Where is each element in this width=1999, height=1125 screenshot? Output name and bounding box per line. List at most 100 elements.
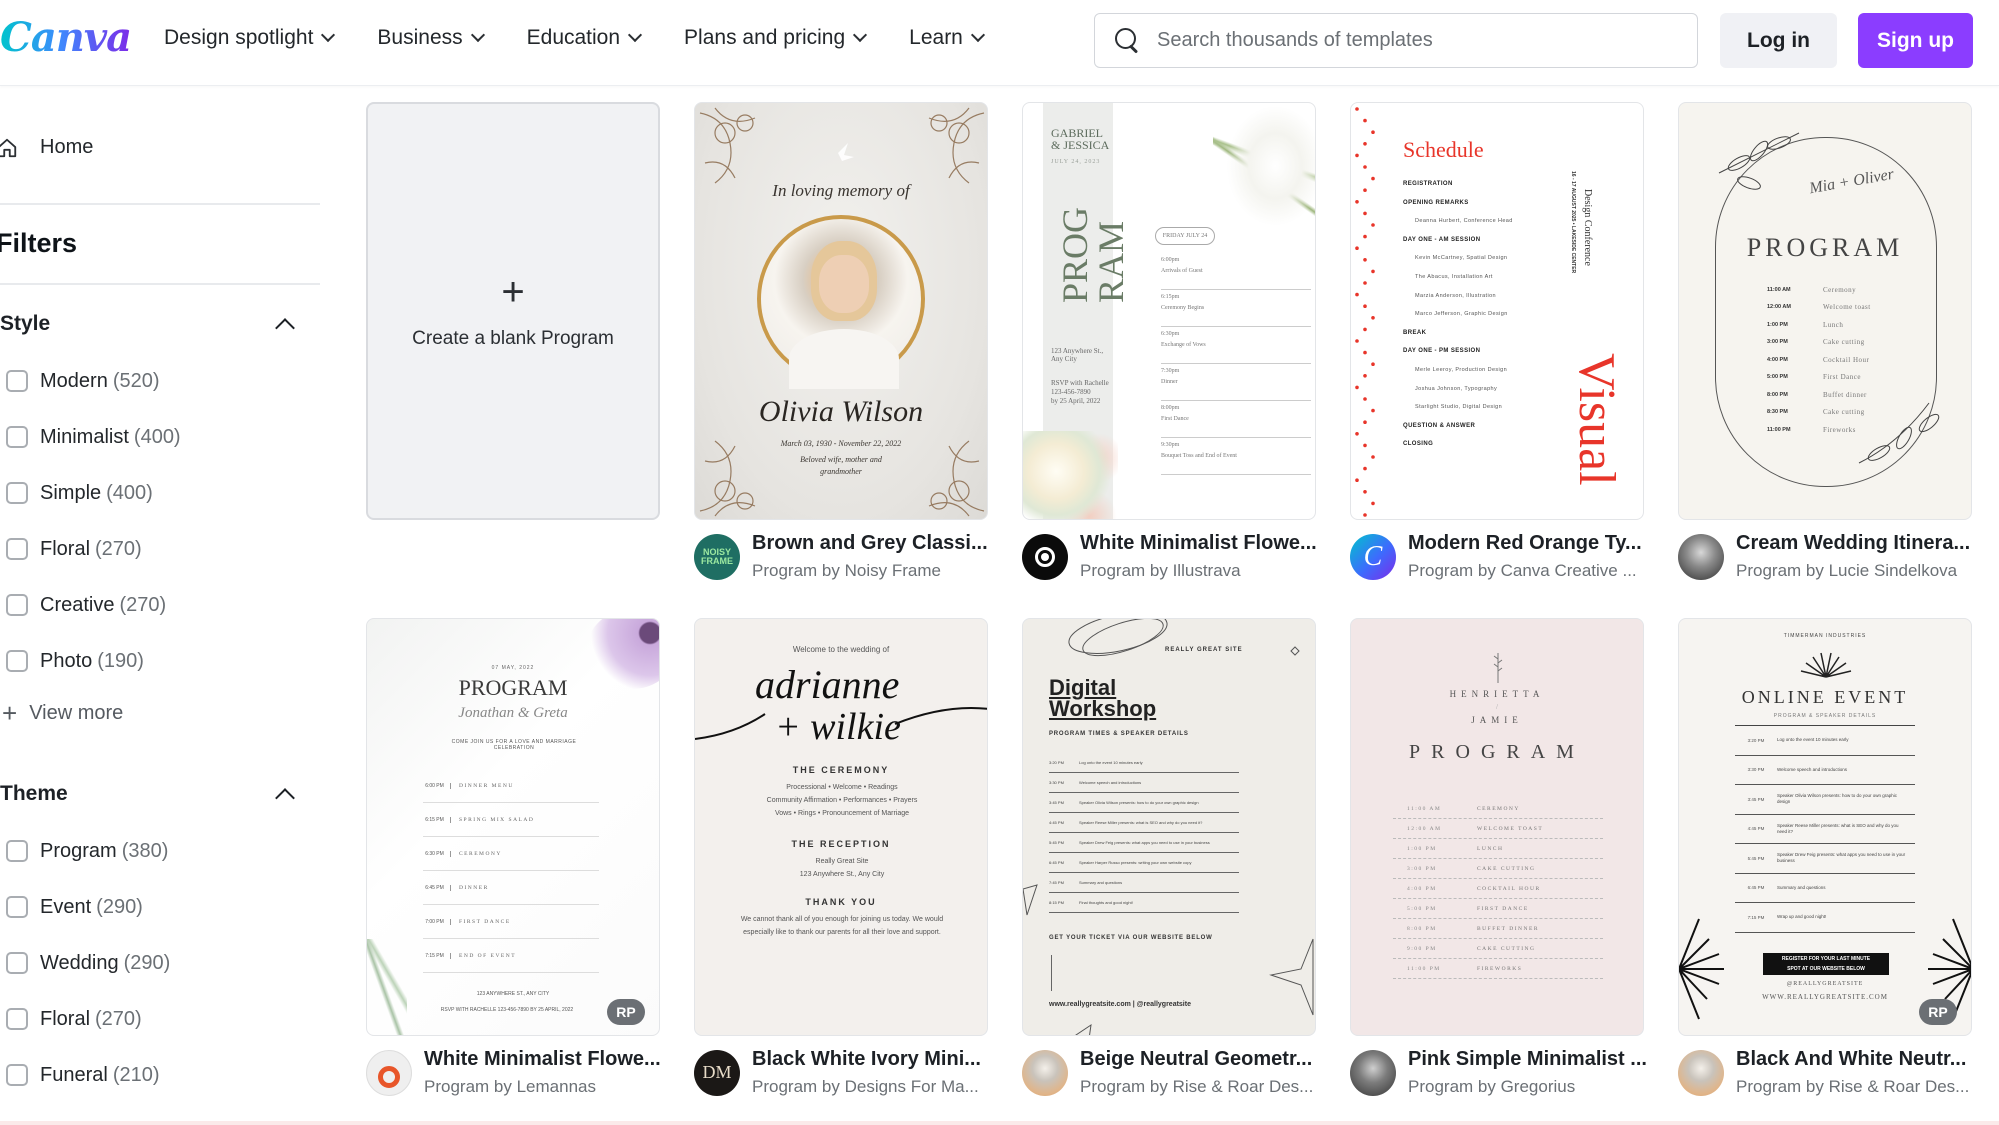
checkbox[interactable] (6, 1008, 28, 1030)
template-title[interactable]: Pink Simple Minimalist ... (1408, 1048, 1647, 1071)
filter-label: Modern (40, 369, 108, 392)
template-card[interactable]: HENRIETTA / JAMIE PROGRAM 11:00 AM CEREMO… (1350, 618, 1644, 1036)
template-card[interactable]: Schedule REGISTRATION OPENING REMARKS Dean… (1350, 102, 1644, 520)
template-creator[interactable]: Program by Designs For Ma... (752, 1077, 981, 1097)
template-thumbnail[interactable]: TIMMERMAN INDUSTRIES ONLINE EVENT PROGRA… (1678, 618, 1972, 1036)
template-card[interactable]: GABRIEL & JESSICA JULY 24, 2023 PROG RAM … (1022, 102, 1316, 520)
signup-button[interactable]: Sign up (1858, 13, 1973, 68)
checkbox[interactable] (6, 952, 28, 974)
thumb-text: Cake cutting (1823, 408, 1865, 417)
template-thumbnail[interactable]: Schedule REGISTRATION OPENING REMARKS Dean… (1350, 102, 1644, 520)
filter-count: (190) (97, 649, 144, 672)
creator-avatar[interactable] (1350, 1049, 1396, 1096)
checkbox[interactable] (6, 538, 28, 560)
search-bar[interactable] (1094, 13, 1698, 68)
filter-style-minimalist[interactable]: Minimalist (400) (6, 409, 181, 465)
dot-decoration (1355, 246, 1359, 250)
thumb-text: JAMIE (1471, 715, 1523, 725)
filter-style-modern[interactable]: Modern (520) (6, 353, 181, 409)
template-thumbnail[interactable]: HENRIETTA / JAMIE PROGRAM 11:00 AM CEREMO… (1350, 618, 1644, 1036)
schedule-row: 12:00 AM WELCOME TOAST (1393, 819, 1603, 839)
template-thumbnail[interactable]: In loving memory of Olivia Wilson March … (694, 102, 988, 520)
template-title[interactable]: Modern Red Orange Ty... (1408, 532, 1642, 555)
template-card[interactable]: Mia + Oliver PROGRAM 11:00 AM Ceremony 12:… (1678, 102, 1972, 520)
checkbox[interactable] (6, 840, 28, 862)
checkbox[interactable] (6, 650, 28, 672)
checkbox[interactable] (6, 594, 28, 616)
nav-learn[interactable]: Learn (909, 26, 985, 50)
blank-program-card[interactable]: + Create a blank Program (366, 102, 660, 520)
create-blank-button[interactable]: + Create a blank Program (366, 102, 660, 520)
thumb-text: Welcome speech and introductions (1079, 780, 1142, 785)
theme-section-toggle[interactable]: Theme (0, 782, 300, 808)
template-thumbnail[interactable]: Mia + Oliver PROGRAM 11:00 AM Ceremony 12:… (1678, 102, 1972, 520)
creator-avatar[interactable] (1022, 1049, 1068, 1096)
template-thumbnail[interactable]: Welcome to the wedding of adrianne + wil… (694, 618, 988, 1036)
thumb-text: Ceremony Begins (1161, 305, 1205, 311)
template-creator[interactable]: Program by Lemannas (424, 1077, 661, 1097)
thumb-text: Design Conference (1582, 189, 1593, 266)
nav-plans-and-pricing[interactable]: Plans and pricing (684, 26, 868, 50)
style-section-toggle[interactable]: Style (0, 312, 300, 338)
search-input[interactable] (1157, 29, 1677, 52)
template-thumbnail[interactable]: GABRIEL & JESSICA JULY 24, 2023 PROG RAM … (1022, 102, 1316, 520)
home-link[interactable]: Home (0, 136, 93, 159)
filter-style-creative[interactable]: Creative (270) (6, 577, 181, 633)
filter-theme-floral[interactable]: Floral (270) (6, 991, 170, 1047)
view-more-button[interactable]: + View more (2, 700, 123, 726)
creator-avatar[interactable]: DM (694, 1049, 740, 1096)
template-title[interactable]: Beige Neutral Geometr... (1080, 1048, 1313, 1071)
template-title[interactable]: White Minimalist Flowe... (1080, 532, 1317, 555)
canva-logo[interactable]: Canva (0, 14, 132, 61)
template-thumbnail[interactable]: REALLY GREAT SITE Digital Workshop PROGRA… (1022, 618, 1316, 1036)
creator-avatar[interactable] (1678, 1049, 1724, 1096)
checkbox[interactable] (6, 482, 28, 504)
template-card[interactable]: In loving memory of Olivia Wilson March … (694, 102, 988, 520)
template-creator[interactable]: Program by Illustrava (1080, 561, 1317, 581)
filter-theme-funeral[interactable]: Funeral (210) (6, 1047, 170, 1103)
filter-theme-event[interactable]: Event (290) (6, 879, 170, 935)
schedule-row: Kevin McCartney, Spatial Design (1415, 255, 1508, 262)
template-creator[interactable]: Program by Rise & Roar Des... (1736, 1077, 1969, 1097)
view-more-label: View more (29, 701, 124, 724)
filter-theme-wedding[interactable]: Wedding (290) (6, 935, 170, 991)
template-card[interactable]: Welcome to the wedding of adrianne + wil… (694, 618, 988, 1036)
template-title[interactable]: Brown and Grey Classi... (752, 532, 988, 555)
template-creator[interactable]: Program by Rise & Roar Des... (1080, 1077, 1313, 1097)
creator-avatar[interactable]: NOISY FRAME (694, 533, 740, 580)
template-creator[interactable]: Program by Canva Creative ... (1408, 561, 1642, 581)
template-card[interactable]: TIMMERMAN INDUSTRIES ONLINE EVENT PROGRA… (1678, 618, 1972, 1036)
nav-design-spotlight[interactable]: Design spotlight (164, 26, 336, 50)
template-title[interactable]: White Minimalist Flowe... (424, 1048, 661, 1071)
filter-style-photo[interactable]: Photo (190) (6, 633, 181, 689)
checkbox[interactable] (6, 896, 28, 918)
template-title[interactable]: Cream Wedding Itinera... (1736, 532, 1970, 555)
creator-avatar[interactable] (366, 1049, 412, 1096)
filter-style-simple[interactable]: Simple (400) (6, 465, 181, 521)
checkbox[interactable] (6, 370, 28, 392)
template-title[interactable]: Black White Ivory Mini... (752, 1048, 981, 1071)
nav-business[interactable]: Business (377, 26, 485, 50)
creator-avatar[interactable] (1022, 533, 1068, 580)
creator-avatar[interactable] (1678, 533, 1724, 580)
plus-icon: + (2, 698, 18, 728)
template-creator[interactable]: Program by Gregorius (1408, 1077, 1647, 1097)
template-card[interactable]: REALLY GREAT SITE Digital Workshop PROGRA… (1022, 618, 1316, 1036)
template-title[interactable]: Black And White Neutr... (1736, 1048, 1969, 1071)
template-creator[interactable]: Program by Lucie Sindelkova (1736, 561, 1970, 581)
filter-theme-program[interactable]: Program (380) (6, 823, 170, 879)
dot-decoration (1371, 316, 1375, 320)
template-thumbnail[interactable]: 07 MAY, 2022 PROGRAM Jonathan & Greta CO… (366, 618, 660, 1036)
checkbox[interactable] (6, 1064, 28, 1086)
nav-education[interactable]: Education (527, 26, 643, 50)
checkbox[interactable] (6, 426, 28, 448)
template-card[interactable]: 07 MAY, 2022 PROGRAM Jonathan & Greta CO… (366, 618, 660, 1036)
dot-decoration (1363, 443, 1367, 448)
creator-avatar[interactable]: C (1350, 533, 1396, 580)
thumb-text: 7:45 PM (1049, 880, 1064, 885)
thumb-text: 3:45 PM (1747, 796, 1765, 802)
schedule-row: 3:00 PM Cake cutting (1767, 334, 1907, 352)
login-button[interactable]: Log in (1720, 13, 1837, 68)
template-creator[interactable]: Program by Noisy Frame (752, 561, 988, 581)
filter-style-floral[interactable]: Floral (270) (6, 521, 181, 577)
